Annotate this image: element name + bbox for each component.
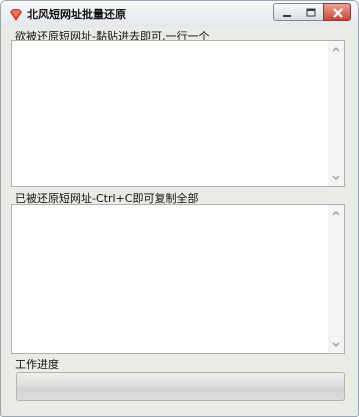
minimize-button[interactable] <box>273 3 299 21</box>
scroll-up-icon[interactable] <box>328 41 344 57</box>
maximize-button[interactable] <box>298 3 324 21</box>
short-url-input-textarea[interactable] <box>11 40 345 187</box>
progress-label: 工作进度 <box>15 358 59 371</box>
close-button[interactable] <box>323 3 351 21</box>
maximize-icon <box>306 8 316 17</box>
scroll-down-icon[interactable] <box>328 337 344 353</box>
output-scrollbar[interactable] <box>328 205 344 353</box>
close-icon <box>333 8 343 18</box>
restored-url-output-textarea[interactable] <box>11 204 345 354</box>
scroll-down-icon[interactable] <box>328 170 344 186</box>
work-progress-bar <box>16 372 345 401</box>
scroll-up-icon[interactable] <box>328 205 344 221</box>
minimize-icon <box>283 15 291 17</box>
title-bar[interactable]: 北风短网址批量还原 <box>1 1 358 27</box>
main-window: 北风短网址批量还原 欲被还原短网址-黏贴进去即可,一行一个 已被还原短网址-Ct… <box>0 0 359 417</box>
red-diamond-icon <box>9 7 23 21</box>
window-title: 北风短网址批量还原 <box>27 8 126 21</box>
input-scrollbar[interactable] <box>328 41 344 186</box>
